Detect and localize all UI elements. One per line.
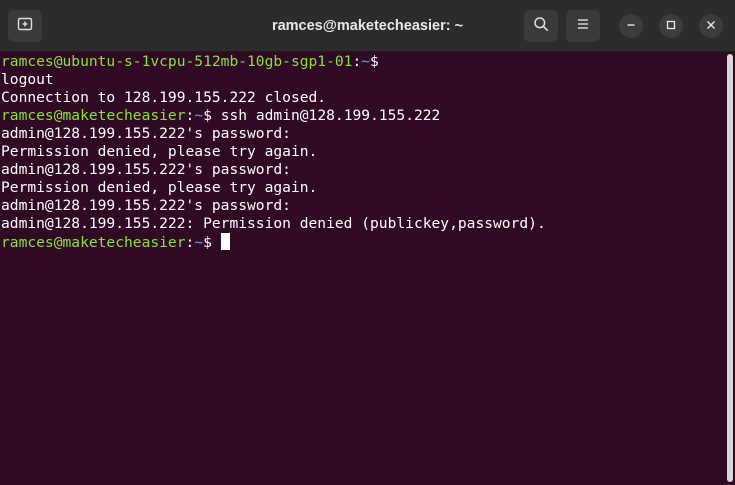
terminal-prompt-line: ramces@maketecheasier:~$ ssh admin@128.1… — [1, 107, 724, 125]
prompt-user-host: ramces@maketecheasier — [1, 234, 186, 251]
terminal-output-line: Connection to 128.199.155.222 closed. — [1, 89, 327, 106]
prompt-path: ~ — [194, 107, 204, 124]
terminal-output-line: admin@128.199.155.222's password: — [1, 125, 291, 142]
close-button[interactable] — [699, 14, 723, 38]
prompt-user-host: ramces@ubuntu-s-1vcpu-512mb-10gb-sgp1-01 — [1, 53, 353, 70]
terminal-window: ramces@maketecheasier: ~ ramces@ubuntu-s… — [0, 0, 735, 485]
hamburger-menu-icon — [576, 17, 590, 36]
terminal-output-line: Permission denied, please try again. — [1, 179, 318, 196]
terminal-output-area[interactable]: ramces@ubuntu-s-1vcpu-512mb-10gb-sgp1-01… — [0, 52, 724, 485]
prompt-symbol: $ — [370, 53, 379, 70]
terminal-output-line: admin@128.199.155.222's password: — [1, 161, 291, 178]
menu-button[interactable] — [566, 10, 600, 42]
terminal-output-line: Permission denied, please try again. — [1, 143, 318, 160]
search-button[interactable] — [524, 10, 558, 42]
new-tab-button[interactable] — [8, 10, 42, 42]
terminal-output-line: admin@128.199.155.222's password: — [1, 197, 291, 214]
new-tab-icon — [17, 16, 33, 37]
prompt-user-host: ramces@maketecheasier — [1, 107, 186, 124]
maximize-icon — [666, 17, 676, 35]
prompt-symbol: $ — [203, 107, 212, 124]
scrollbar[interactable] — [727, 54, 733, 482]
prompt-separator: : — [185, 234, 195, 251]
terminal-output-line: logout — [1, 71, 54, 88]
terminal-prompt-line: ramces@ubuntu-s-1vcpu-512mb-10gb-sgp1-01… — [1, 53, 724, 71]
terminal-prompt-line: ramces@maketecheasier:~$ — [1, 233, 724, 251]
close-icon — [706, 17, 716, 35]
minimize-icon — [626, 17, 636, 35]
minimize-button[interactable] — [619, 14, 643, 38]
prompt-command — [212, 234, 221, 251]
prompt-path: ~ — [361, 53, 371, 70]
title-bar: ramces@maketecheasier: ~ — [0, 0, 735, 52]
prompt-path: ~ — [194, 234, 204, 251]
prompt-separator: : — [185, 107, 195, 124]
prompt-separator: : — [352, 53, 362, 70]
search-icon — [533, 16, 549, 37]
terminal-output-line: admin@128.199.155.222: Permission denied… — [1, 215, 546, 232]
maximize-button[interactable] — [659, 14, 683, 38]
prompt-symbol: $ — [203, 234, 212, 251]
prompt-command: ssh admin@128.199.155.222 — [211, 107, 441, 124]
terminal-cursor — [220, 233, 230, 250]
